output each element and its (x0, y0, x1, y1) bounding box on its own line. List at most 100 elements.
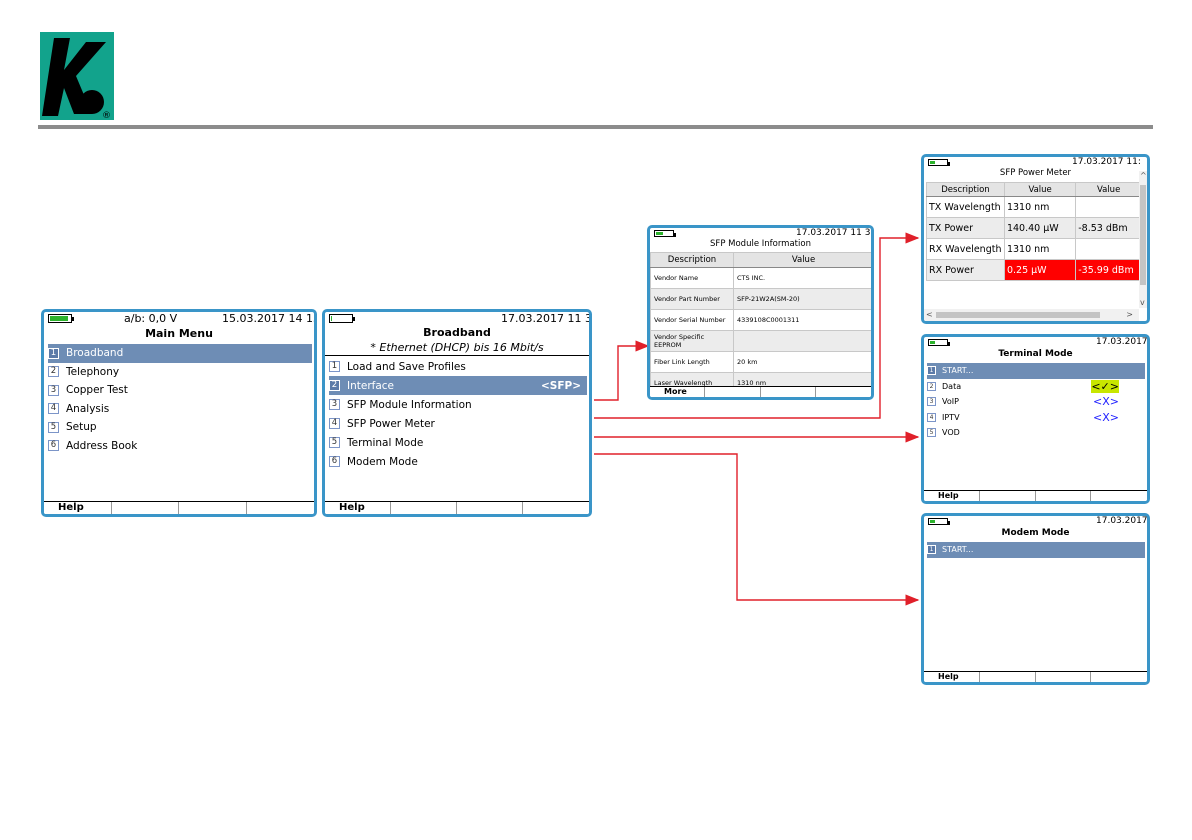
menu-item-broadband[interactable]: 1 Broadband (48, 344, 312, 363)
table-row[interactable]: RX Wavelength 1310 nm (926, 238, 1142, 260)
table-row[interactable]: TX Wavelength 1310 nm (926, 196, 1142, 218)
datetime: 17.03.2017 11 3! (1096, 337, 1148, 347)
menu-item-analysis[interactable]: 4 Analysis (48, 400, 312, 419)
item-label: Interface (347, 379, 395, 392)
scroll-up-icon[interactable]: ^ (1140, 171, 1147, 181)
row-value: CTS INC. (733, 267, 871, 289)
menu-item-vod[interactable]: 5 VOD (927, 425, 1145, 441)
k-logo: ® (40, 32, 114, 120)
table-row[interactable]: Vendor Part Number SFP-21W2A(SM-20) (650, 288, 871, 310)
item-number: 1 (329, 361, 340, 372)
item-number: 3 (927, 397, 936, 407)
menu-item-terminal-mode[interactable]: 5 Terminal Mode (329, 433, 587, 452)
battery-icon (928, 159, 950, 166)
row-value: 4339108C0001311 (733, 309, 871, 331)
softkey-empty[interactable] (1036, 672, 1092, 682)
menu-item-voip[interactable]: 3 VoIP <X> (927, 394, 1145, 410)
item-number: 1 (927, 366, 936, 376)
softkey-empty[interactable] (1091, 491, 1147, 501)
item-label: SFP Power Meter (347, 417, 435, 430)
table-row[interactable]: Fiber Link Length 20 km (650, 351, 871, 373)
softkey-empty[interactable] (1036, 491, 1092, 501)
softkey-empty[interactable] (179, 502, 247, 514)
softkey-help[interactable]: Help (325, 502, 391, 514)
softkey-bar: More (650, 386, 871, 397)
row-value (1075, 196, 1142, 218)
table-row[interactable]: Vendor Serial Number 4339108C0001311 (650, 309, 871, 331)
unchecked-icon[interactable]: <X> (1093, 411, 1119, 424)
softkey-bar: Help (924, 490, 1147, 501)
column-header[interactable]: Value (1003, 182, 1077, 197)
item-label: SFP Module Information (347, 398, 472, 411)
softkey-empty[interactable] (980, 672, 1036, 682)
item-label: VoIP (942, 397, 959, 407)
softkey-help[interactable]: Help (44, 502, 112, 514)
menu-item-load-and-save-profiles[interactable]: 1 Load and Save Profiles (329, 357, 587, 376)
softkey-empty[interactable] (457, 502, 523, 514)
item-label: Data (942, 381, 962, 391)
broadband-screen: 17.03.2017 11 3: Broadband * Ethernet (D… (322, 309, 592, 517)
softkey-empty[interactable] (247, 502, 315, 514)
menu-item-address-book[interactable]: 6 Address Book (48, 437, 312, 456)
row-description: TX Wavelength (926, 196, 1005, 218)
item-number: 4 (927, 412, 936, 422)
scroll-left-icon[interactable]: < (926, 310, 933, 320)
softkey-empty[interactable] (523, 502, 589, 514)
item-number: 4 (329, 418, 340, 429)
menu-item-copper-test[interactable]: 3 Copper Test (48, 381, 312, 400)
softkey-help[interactable]: Help (924, 491, 980, 501)
softkey-empty[interactable] (1091, 672, 1147, 682)
row-description: Vendor Specific EEPROM (650, 330, 734, 352)
softkey-more[interactable]: More (650, 387, 706, 397)
menu-item-iptv[interactable]: 4 IPTV <X> (927, 410, 1145, 426)
menu-item-sfp-module-information[interactable]: 3 SFP Module Information (329, 395, 587, 414)
softkey-empty[interactable] (705, 387, 761, 397)
menu-item-setup[interactable]: 5 Setup (48, 418, 312, 437)
page-title: Broadband (423, 326, 491, 339)
row-value: SFP-21W2A(SM-20) (733, 288, 871, 310)
softkey-empty[interactable] (980, 491, 1036, 501)
menu-item-data[interactable]: 2 Data <✓> (927, 379, 1145, 395)
row-value: 20 km (733, 351, 871, 373)
scroll-right-icon[interactable]: > (1126, 310, 1133, 320)
menu-item-sfp-power-meter[interactable]: 4 SFP Power Meter (329, 414, 587, 433)
softkey-help[interactable]: Help (924, 672, 980, 682)
column-header[interactable]: Value (733, 252, 871, 268)
scrollbar-thumb[interactable] (936, 312, 1100, 318)
table-row[interactable]: TX Power 140.40 µW -8.53 dBm (926, 217, 1142, 239)
menu-item-interface[interactable]: 2 Interface <SFP> (329, 376, 587, 395)
scrollbar-thumb[interactable] (1140, 185, 1146, 285)
table-row[interactable]: Vendor Specific EEPROM (650, 330, 871, 352)
softkey-empty[interactable] (112, 502, 179, 514)
scroll-down-icon[interactable]: v (1140, 298, 1145, 308)
column-header[interactable]: Description (650, 252, 734, 268)
checked-icon[interactable]: <✓> (1091, 379, 1119, 393)
table-row[interactable]: Vendor Name CTS INC. (650, 267, 871, 289)
row-description: Vendor Name (650, 267, 734, 289)
item-label: Setup (66, 421, 97, 434)
row-value: -35.99 dBm (1075, 259, 1142, 281)
item-label: START... (942, 545, 974, 555)
menu-item-telephony[interactable]: 2 Telephony (48, 363, 312, 382)
row-value: 1310 nm (1003, 238, 1077, 260)
battery-icon (928, 339, 950, 346)
unchecked-icon[interactable]: <X> (1093, 395, 1119, 408)
softkey-empty[interactable] (391, 502, 457, 514)
menu-list: 1 START... (927, 542, 1145, 562)
table-row[interactable]: RX Power 0.25 µW -35.99 dBm (926, 259, 1142, 281)
column-header[interactable]: Value (1075, 182, 1142, 197)
horizontal-scrollbar[interactable]: < > (924, 309, 1139, 321)
row-value (1075, 238, 1142, 260)
column-header[interactable]: Description (926, 182, 1005, 197)
menu-item-start[interactable]: 1 START... (927, 542, 1145, 558)
row-description: Vendor Serial Number (650, 309, 734, 331)
menu-item-modem-mode[interactable]: 6 Modem Mode (329, 452, 587, 471)
softkey-empty[interactable] (816, 387, 871, 397)
sfp-info-table: Description Value Vendor Name CTS INC. Vendo… (650, 252, 871, 394)
vertical-scrollbar[interactable]: ^ v (1139, 171, 1147, 308)
item-label: Broadband (66, 347, 124, 360)
menu-item-start[interactable]: 1 START... (927, 363, 1145, 379)
row-value: 140.40 µW (1003, 217, 1077, 239)
status-bar: a/b: 0,0 V 15.03.2017 14 13 (44, 312, 314, 326)
softkey-empty[interactable] (761, 387, 816, 397)
